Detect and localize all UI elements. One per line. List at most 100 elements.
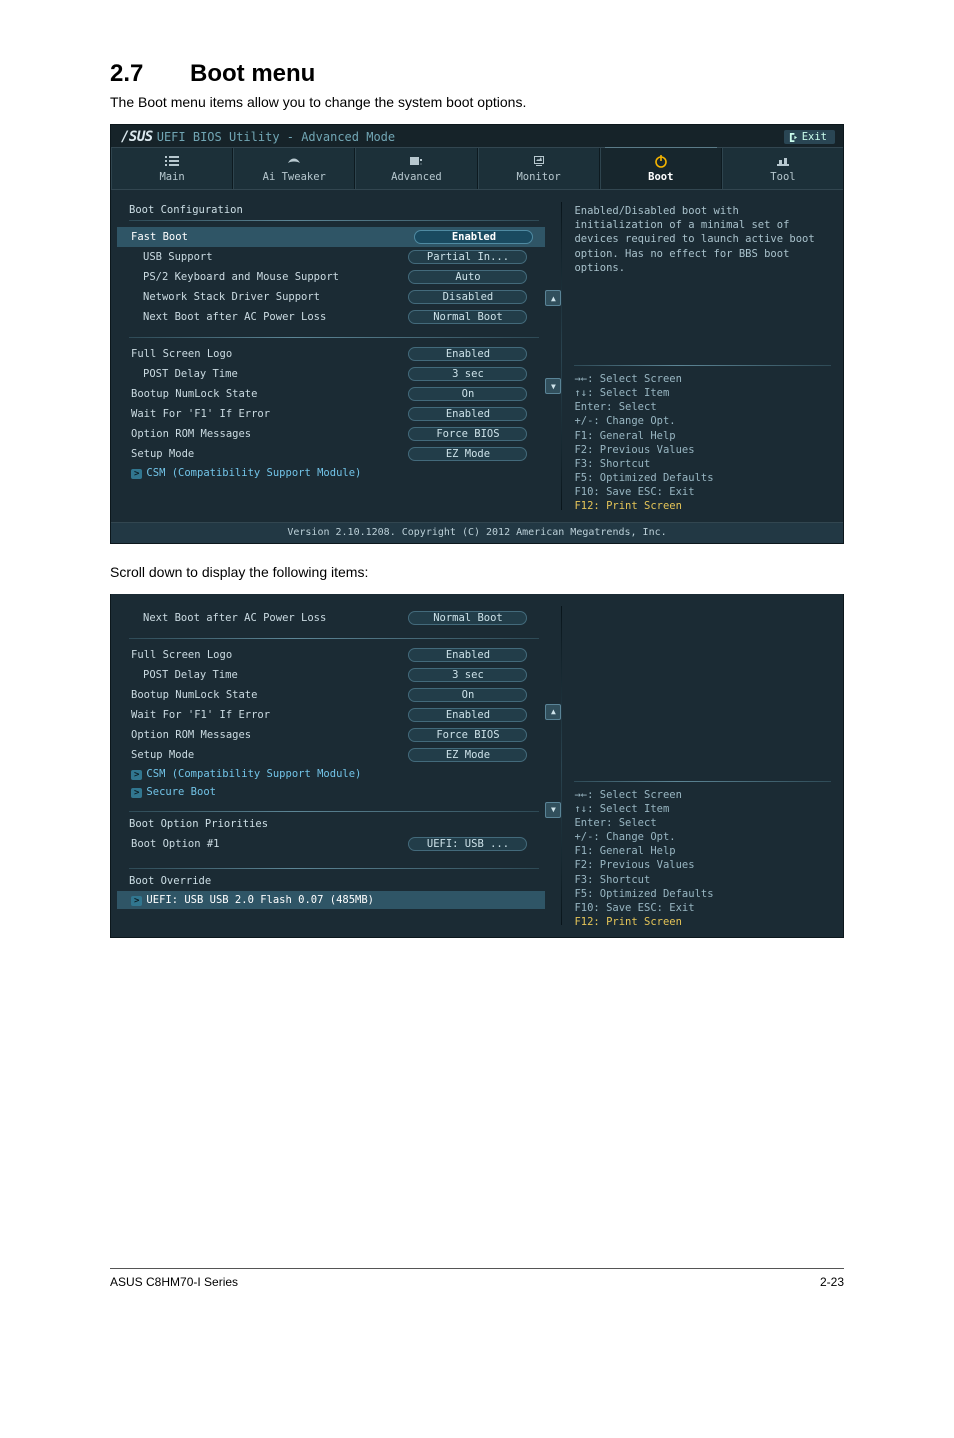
option-setup-mode[interactable]: Setup ModeEZ Mode [129, 745, 539, 765]
exit-icon [789, 132, 798, 143]
divider [129, 868, 539, 869]
option-value[interactable]: Partial In... [408, 250, 527, 264]
submenu-arrow-icon: > [131, 770, 142, 780]
key-hint: →←: Select Screen [574, 788, 831, 802]
submenu-label: >UEFI: USB USB 2.0 Flash 0.07 (485MB) [131, 894, 545, 906]
option-value[interactable]: EZ Mode [408, 447, 527, 461]
scroll-caption: Scroll down to display the following ite… [110, 564, 844, 580]
option-value[interactable]: Enabled [408, 648, 527, 662]
option-value[interactable]: On [408, 387, 527, 401]
key-hint-highlight: F12: Print Screen [574, 499, 831, 513]
key-hint: +/-: Change Opt. [574, 414, 831, 428]
key-hints: →←: Select Screen↑↓: Select ItemEnter: S… [574, 788, 831, 930]
key-hint: F3: Shortcut [574, 873, 831, 887]
key-hint: F10: Save ESC: Exit [574, 901, 831, 915]
option-next-boot-after-ac-power-loss[interactable]: Next Boot after AC Power LossNormal Boot [129, 608, 539, 628]
option-value[interactable]: Disabled [408, 290, 527, 304]
bios-screenshot-1: /SUS UEFI BIOS Utility - Advanced Mode E… [110, 124, 844, 544]
option-label: USB Support [143, 251, 408, 263]
option-label: Wait For 'F1' If Error [131, 709, 408, 721]
help-panel: →←: Select Screen↑↓: Select ItemEnter: S… [562, 594, 843, 938]
key-hint: F2: Previous Values [574, 858, 831, 872]
option-bootup-numlock-state[interactable]: Bootup NumLock StateOn [129, 384, 539, 404]
option-boot-option-1[interactable]: Boot Option #1UEFI: USB ... [129, 834, 539, 854]
option-value[interactable]: UEFI: USB ... [408, 837, 527, 851]
option-value[interactable]: Enabled [408, 407, 527, 421]
page-footer: ASUS C8HM70-I Series 2-23 [110, 1268, 844, 1289]
divider [574, 781, 831, 782]
option-value[interactable]: Auto [408, 270, 527, 284]
option-value[interactable]: Force BIOS [408, 728, 527, 742]
tab-icon [531, 154, 547, 168]
tab-icon [408, 154, 424, 168]
divider [129, 337, 539, 338]
submenu-csm-compatibility-support-module[interactable]: >CSM (Compatibility Support Module) [129, 765, 539, 783]
option-value[interactable]: 3 sec [408, 367, 527, 381]
boot-config-heading: Boot Configuration [129, 204, 539, 216]
divider [129, 220, 539, 221]
option-network-stack-driver-support[interactable]: Network Stack Driver SupportDisabled [129, 287, 539, 307]
option-setup-mode[interactable]: Setup ModeEZ Mode [129, 444, 539, 464]
option-value[interactable]: Force BIOS [408, 427, 527, 441]
option-value[interactable]: Enabled [408, 347, 527, 361]
tab-advanced[interactable]: Advanced [355, 148, 477, 189]
option-value[interactable]: Normal Boot [408, 611, 527, 625]
tab-label: Boot [648, 171, 673, 183]
option-label: Setup Mode [131, 448, 408, 460]
option-value[interactable]: Normal Boot [408, 310, 527, 324]
option-ps-2-keyboard-and-mouse-support[interactable]: PS/2 Keyboard and Mouse SupportAuto [129, 267, 539, 287]
submenu-uefi-usb-usb-2-0-flash-0-07-485mb[interactable]: >UEFI: USB USB 2.0 Flash 0.07 (485MB) [117, 891, 545, 909]
section-heading: 2.7Boot menu [110, 60, 844, 88]
option-value[interactable]: On [408, 688, 527, 702]
option-label: Bootup NumLock State [131, 689, 408, 701]
divider [574, 365, 831, 366]
tab-boot[interactable]: Boot [600, 148, 722, 189]
key-hint: F5: Optimized Defaults [574, 471, 831, 485]
option-wait-for-f1-if-error[interactable]: Wait For 'F1' If ErrorEnabled [129, 404, 539, 424]
tab-ai-tweaker[interactable]: Ai Tweaker [233, 148, 355, 189]
option-full-screen-logo[interactable]: Full Screen LogoEnabled [129, 344, 539, 364]
submenu-secure-boot[interactable]: >Secure Boot [129, 783, 539, 801]
option-bootup-numlock-state[interactable]: Bootup NumLock StateOn [129, 685, 539, 705]
option-value[interactable]: Enabled [408, 708, 527, 722]
submenu-label: >CSM (Compatibility Support Module) [131, 467, 539, 479]
option-fast-boot[interactable]: Fast BootEnabled [117, 227, 545, 247]
key-hint: F3: Shortcut [574, 457, 831, 471]
tab-label: Tool [770, 171, 795, 183]
option-value[interactable]: 3 sec [408, 668, 527, 682]
scroll-up-icon[interactable]: ▲ [545, 704, 561, 720]
option-post-delay-time[interactable]: POST Delay Time3 sec [129, 665, 539, 685]
option-value[interactable]: EZ Mode [408, 748, 527, 762]
option-option-rom-messages[interactable]: Option ROM MessagesForce BIOS [129, 424, 539, 444]
bios-footer: Version 2.10.1208. Copyright (C) 2012 Am… [111, 522, 843, 543]
tab-main[interactable]: Main [111, 148, 233, 189]
option-wait-for-f1-if-error[interactable]: Wait For 'F1' If ErrorEnabled [129, 705, 539, 725]
option-label: POST Delay Time [143, 368, 408, 380]
bios-screenshot-2: Next Boot after AC Power LossNormal Boot… [110, 594, 844, 939]
scroll-up-icon[interactable]: ▲ [545, 290, 561, 306]
key-hint: F5: Optimized Defaults [574, 887, 831, 901]
boot-priorities-heading: Boot Option Priorities [129, 818, 539, 830]
intro-text: The Boot menu items allow you to change … [110, 94, 844, 110]
tab-tool[interactable]: Tool [722, 148, 843, 189]
option-post-delay-time[interactable]: POST Delay Time3 sec [129, 364, 539, 384]
submenu-csm-compatibility-support-module[interactable]: >CSM (Compatibility Support Module) [129, 464, 539, 482]
option-label: Setup Mode [131, 749, 408, 761]
key-hint: Enter: Select [574, 400, 831, 414]
tab-monitor[interactable]: Monitor [478, 148, 600, 189]
scroll-down-icon[interactable]: ▼ [545, 378, 561, 394]
option-label: Option ROM Messages [131, 729, 408, 741]
submenu-arrow-icon: > [131, 469, 142, 479]
section-name: Boot menu [190, 60, 315, 87]
exit-button[interactable]: Exit [784, 130, 835, 144]
scroll-down-icon[interactable]: ▼ [545, 802, 561, 818]
option-label: Wait For 'F1' If Error [131, 408, 408, 420]
option-label: Next Boot after AC Power Loss [143, 311, 408, 323]
footer-right: 2-23 [820, 1275, 844, 1289]
option-option-rom-messages[interactable]: Option ROM MessagesForce BIOS [129, 725, 539, 745]
option-usb-support[interactable]: USB SupportPartial In... [129, 247, 539, 267]
option-full-screen-logo[interactable]: Full Screen LogoEnabled [129, 645, 539, 665]
key-hint: F1: General Help [574, 429, 831, 443]
option-next-boot-after-ac-power-loss[interactable]: Next Boot after AC Power LossNormal Boot [129, 307, 539, 327]
option-value[interactable]: Enabled [414, 230, 533, 244]
